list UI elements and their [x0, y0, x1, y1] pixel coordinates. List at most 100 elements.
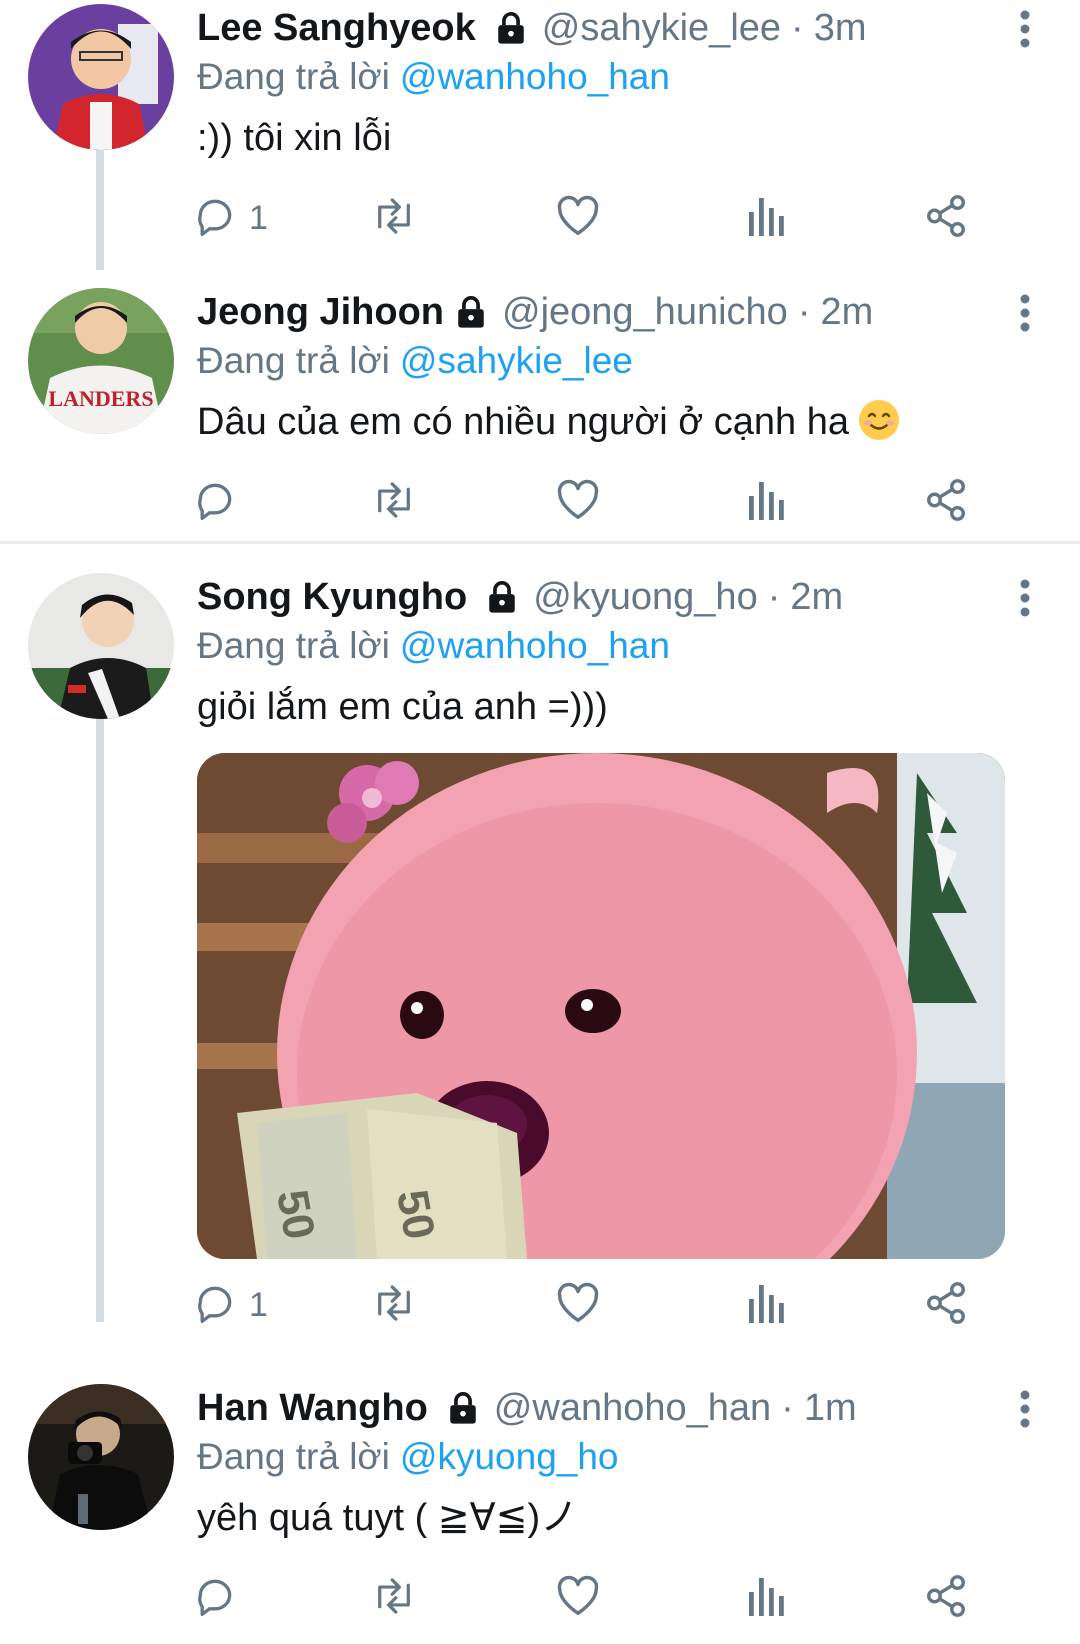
mention-link[interactable]: @sahykie_lee	[400, 340, 633, 381]
lock-icon	[454, 295, 488, 329]
analytics-button[interactable]	[745, 1568, 785, 1628]
timestamp[interactable]: 3m	[814, 7, 867, 50]
separator-dot: ·	[781, 1386, 794, 1429]
share-icon	[923, 477, 969, 528]
separator-dot: ·	[797, 290, 811, 333]
replying-label: Đang trả lời	[197, 56, 390, 97]
thread-divider	[0, 541, 1080, 544]
banknote-text: 50	[267, 1186, 324, 1243]
replying-label: Đang trả lời	[197, 340, 390, 381]
analytics-icon	[745, 1281, 785, 1330]
mention-link[interactable]: @kyuong_ho	[400, 1436, 619, 1477]
retweet-icon	[369, 1281, 419, 1330]
like-button[interactable]	[555, 1275, 601, 1335]
separator-dot: ·	[767, 575, 781, 618]
mention-link[interactable]: @wanhoho_han	[400, 56, 670, 97]
tweet-media-image[interactable]: 50 50	[197, 753, 1005, 1259]
avatar[interactable]	[28, 1384, 174, 1530]
share-button[interactable]	[923, 472, 969, 532]
separator-dot: ·	[791, 6, 804, 49]
reply-button[interactable]	[193, 472, 249, 532]
reply-button[interactable]: 1	[193, 1275, 268, 1335]
retweet-button[interactable]	[369, 1275, 419, 1335]
lock-icon	[494, 11, 528, 45]
display-name[interactable]: Jeong Jihoon	[197, 291, 444, 334]
retweet-button[interactable]	[369, 188, 419, 248]
share-button[interactable]	[923, 188, 969, 248]
smiling-face-emoji	[857, 398, 901, 442]
retweet-button[interactable]	[369, 472, 419, 532]
avatar[interactable]: LANDERS	[28, 288, 174, 434]
more-vertical-icon[interactable]	[1010, 288, 1040, 338]
analytics-button[interactable]	[745, 1275, 785, 1335]
share-icon	[923, 193, 969, 244]
user-handle[interactable]: @jeong_hunicho	[502, 291, 788, 334]
user-handle[interactable]: @kyuong_ho	[533, 576, 758, 619]
reply-icon	[193, 1574, 237, 1623]
replying-label: Đang trả lời	[197, 625, 390, 666]
analytics-icon	[745, 194, 785, 243]
share-button[interactable]	[923, 1568, 969, 1628]
tweet[interactable]: LANDERS Jeong Jihoon @jeong_hunicho · 2m…	[0, 288, 1080, 538]
timestamp[interactable]: 1m	[804, 1387, 857, 1430]
display-name[interactable]: Han Wangho	[197, 1387, 428, 1430]
replying-to: Đang trả lời @sahykie_lee	[197, 338, 1040, 384]
svg-text:LANDERS: LANDERS	[48, 386, 153, 411]
like-button[interactable]	[555, 472, 601, 532]
display-name[interactable]: Lee Sanghyeok	[197, 7, 476, 50]
retweet-icon	[369, 1574, 419, 1623]
retweet-button[interactable]	[369, 1568, 419, 1628]
tweet-actions: 1	[197, 188, 1040, 248]
analytics-button[interactable]	[745, 472, 785, 532]
more-vertical-icon[interactable]	[1010, 4, 1040, 54]
analytics-icon	[745, 1574, 785, 1623]
replying-to: Đang trả lời @kyuong_ho	[197, 1434, 1040, 1480]
reply-button[interactable]	[193, 1568, 249, 1628]
lock-icon	[485, 580, 519, 614]
tweet-actions: 1	[197, 1275, 1040, 1335]
tweet-actions	[197, 472, 1040, 532]
timestamp[interactable]: 2m	[820, 291, 873, 334]
reply-count: 1	[249, 198, 268, 237]
tweet-text: giỏi lắm em của anh =)))	[197, 686, 608, 728]
mention-link[interactable]: @wanhoho_han	[400, 625, 670, 666]
more-vertical-icon[interactable]	[1010, 1384, 1040, 1434]
tweet-actions	[197, 1568, 1040, 1628]
tweet[interactable]: Han Wangho @wanhoho_han · 1m Đang trả lờ…	[0, 1384, 1080, 1644]
reply-icon	[193, 478, 237, 527]
more-vertical-icon[interactable]	[1010, 573, 1040, 623]
tweet-text: :)) tôi xin lỗi	[197, 117, 392, 159]
analytics-button[interactable]	[745, 188, 785, 248]
share-button[interactable]	[923, 1275, 969, 1335]
reply-button[interactable]: 1	[193, 188, 268, 248]
timestamp[interactable]: 2m	[790, 576, 843, 619]
avatar[interactable]	[28, 573, 174, 719]
replying-to: Đang trả lời @wanhoho_han	[197, 623, 1040, 669]
reply-icon	[193, 1281, 237, 1330]
like-button[interactable]	[555, 1568, 601, 1628]
like-button[interactable]	[555, 188, 601, 248]
retweet-icon	[369, 194, 419, 243]
tweet-text: Dâu của em có nhiều người ở cạnh ha	[197, 398, 1040, 446]
replying-label: Đang trả lời	[197, 1436, 390, 1477]
replying-to: Đang trả lời @wanhoho_han	[197, 54, 1040, 100]
share-icon	[923, 1280, 969, 1331]
analytics-icon	[745, 478, 785, 527]
heart-icon	[555, 1281, 601, 1330]
avatar[interactable]	[28, 4, 174, 150]
tweet-text: yêh quá tuyt ( ≧∀≦)ノ	[197, 1497, 579, 1539]
user-handle[interactable]: @sahykie_lee	[542, 7, 781, 50]
reply-count: 1	[249, 1285, 268, 1324]
tweet[interactable]: Song Kyungho @kyuong_ho · 2m Đang trả lờ…	[0, 573, 1080, 1363]
display-name[interactable]: Song Kyungho	[197, 576, 467, 619]
heart-icon	[555, 478, 601, 527]
tweet[interactable]: Lee Sanghyeok @sahykie_lee · 3m Đang trả…	[0, 4, 1080, 254]
reply-icon	[193, 194, 237, 243]
heart-icon	[555, 1574, 601, 1623]
tweet-text-body: Dâu của em có nhiều người ở cạnh ha	[197, 401, 849, 443]
banknote-text: 50	[387, 1186, 444, 1243]
retweet-icon	[369, 478, 419, 527]
user-handle[interactable]: @wanhoho_han	[494, 1387, 771, 1430]
lock-icon	[446, 1391, 480, 1425]
heart-icon	[555, 194, 601, 243]
